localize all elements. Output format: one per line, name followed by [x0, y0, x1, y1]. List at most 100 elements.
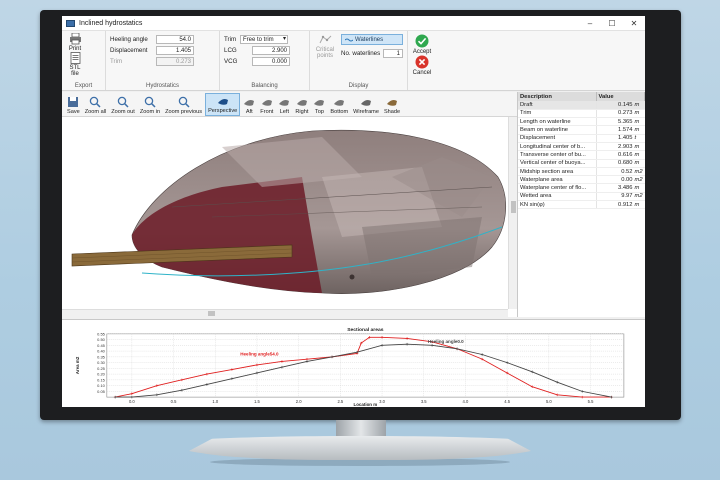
toolbar-button-zoom-out[interactable]: Zoom out [109, 95, 137, 116]
zoom-out-icon [117, 96, 129, 108]
perspective-icon [217, 99, 228, 105]
vcg-label: VCG [224, 58, 238, 65]
y-tick-label: 0.10 [97, 383, 105, 388]
property-value: 2.903 m [595, 142, 645, 152]
property-row[interactable]: Displacement 1.405 t [518, 134, 645, 144]
y-tick-label: 0.25 [97, 366, 105, 371]
property-row[interactable]: Trim 0.273 m [518, 109, 645, 119]
property-row[interactable]: KN sin(φ) 0.912 m [518, 200, 645, 210]
displacement-label: Displacement [110, 47, 148, 54]
vcg-input[interactable]: 0.000 [252, 57, 290, 66]
property-row[interactable]: Longitudinal center of b... 2.903 m [518, 142, 645, 152]
displacement-input[interactable]: 1.405 [156, 46, 194, 55]
critical-points-button[interactable]: Critical points [314, 34, 336, 90]
x-tick-label: 2.5 [337, 399, 343, 404]
description-header[interactable]: Description [518, 92, 597, 101]
x-tick-label: 4.0 [463, 399, 469, 404]
property-row[interactable]: Beam on waterline 1.574 m [518, 125, 645, 135]
x-tick-label: 4.5 [504, 399, 510, 404]
minimize-button[interactable]: – [579, 19, 601, 28]
trim-mode-select[interactable]: Free to trim [240, 35, 288, 44]
toolbar-button-zoom-in[interactable]: Zoom in [138, 95, 162, 116]
property-row[interactable]: Length on waterline 5.365 m [518, 117, 645, 127]
viewport-horizontal-scrollbar[interactable] [62, 309, 508, 317]
property-value: 0.616 m [595, 150, 645, 160]
property-value: 1.405 t [595, 134, 645, 144]
x-tick-label: 3.0 [379, 399, 385, 404]
actions-group: Accept Cancel [408, 31, 458, 90]
property-row[interactable]: Waterplane area 0.00 m2 [518, 175, 645, 185]
property-description: Trim [518, 109, 596, 119]
toolbar-button-bottom-view[interactable]: Bottom [328, 95, 350, 116]
heeling-angle-label: Heeling angle [110, 36, 148, 43]
lcg-label: LCG [224, 47, 237, 54]
trim-input: 0.273 [156, 57, 194, 66]
accept-button[interactable]: Accept [412, 34, 432, 55]
property-value: 1.574 m [595, 125, 645, 135]
close-button[interactable]: ✕ [623, 19, 645, 28]
cancel-icon [415, 55, 429, 69]
toolbar-button-top-view[interactable]: Top [311, 95, 327, 116]
toolbar-button-zoom-all[interactable]: Zoom all [83, 95, 108, 116]
plot-area [106, 333, 625, 398]
toolbar-button-aft-view[interactable]: Aft [241, 95, 257, 116]
property-row[interactable]: Vertical center of buoya... 0.680 m [518, 159, 645, 168]
zoom-in-icon [144, 96, 156, 108]
zoom-previous-icon [178, 96, 190, 108]
property-row[interactable]: Wetted area 9.97 m2 [518, 192, 645, 202]
toolbar-button-wireframe[interactable]: Wireframe [351, 95, 381, 116]
property-unit: m2 [634, 168, 643, 175]
y-tick-label: 0.40 [97, 349, 105, 354]
left-view-icon [279, 100, 290, 106]
property-number: 1.574 [617, 127, 633, 134]
property-unit: m [634, 151, 640, 158]
x-tick-label: 2.0 [296, 399, 302, 404]
property-number: 0.145 [617, 101, 633, 108]
property-number: 0.680 [617, 160, 633, 167]
property-row[interactable]: Waterplane center of flo... 3.486 m [518, 183, 645, 193]
toolbar-button-label: Left [279, 109, 290, 115]
x-tick-label: 3.5 [421, 399, 427, 404]
y-tick-label: 0.05 [97, 389, 105, 394]
property-row[interactable]: Draft 0.145 m [518, 101, 645, 110]
viewport-vertical-scrollbar[interactable] [508, 117, 517, 309]
property-number: 0.00 [621, 176, 633, 183]
value-header[interactable]: Value [596, 92, 645, 101]
app-icon [66, 19, 75, 27]
y-tick-label: 0.50 [97, 337, 105, 342]
x-tick-label: 5.0 [546, 399, 552, 404]
series-label-zero: Heeling angle0.0 [428, 339, 464, 344]
property-row[interactable]: Midship section area 0.52 m2 [518, 167, 645, 177]
toolbar-button-perspective[interactable]: Perspective [205, 93, 241, 116]
lcg-input[interactable]: 2.900 [252, 46, 290, 55]
toolbar-button-shade[interactable]: Shade [382, 95, 402, 116]
toolbar-button-label: Top [314, 109, 324, 115]
x-tick-label: 0.0 [129, 399, 135, 404]
window-title: Inclined hydrostatics [79, 19, 143, 27]
property-number: 9.97 [621, 193, 633, 200]
save-icon [68, 97, 79, 107]
toolbar-button-right-view[interactable]: Right [293, 95, 310, 116]
property-number: 0.616 [617, 151, 633, 158]
cancel-button[interactable]: Cancel [412, 55, 432, 76]
property-value: 3.486 m [595, 183, 645, 193]
toolbar-button-zoom-previous[interactable]: Zoom previous [163, 95, 204, 116]
trim-mode-label: Trim [224, 36, 237, 43]
property-description: Midship section area [518, 167, 596, 177]
stl-file-button[interactable]: STL file [66, 52, 84, 77]
hull-3d-viewport[interactable] [62, 117, 508, 309]
toolbar-button-front-view[interactable]: Front [258, 95, 275, 116]
waterlines-toggle[interactable]: Waterlines [341, 34, 403, 45]
stl-file-icon [70, 52, 80, 64]
heeling-angle-input[interactable]: 54.0 [156, 35, 194, 44]
toolbar-button-label: Front [260, 109, 274, 115]
toolbar-button-label: Aft [245, 109, 253, 115]
toolbar-button-left-view[interactable]: Left [276, 95, 292, 116]
toolbar-button-save[interactable]: Save [65, 95, 82, 116]
property-row[interactable]: Transverse center of bu... 0.616 m [518, 150, 645, 160]
print-button[interactable]: Print [66, 33, 84, 52]
no-waterlines-input[interactable]: 1 [383, 49, 403, 58]
maximize-button[interactable]: ☐ [601, 19, 623, 28]
monitor-stand [172, 436, 548, 460]
waterlines-label: Waterlines [355, 36, 384, 43]
